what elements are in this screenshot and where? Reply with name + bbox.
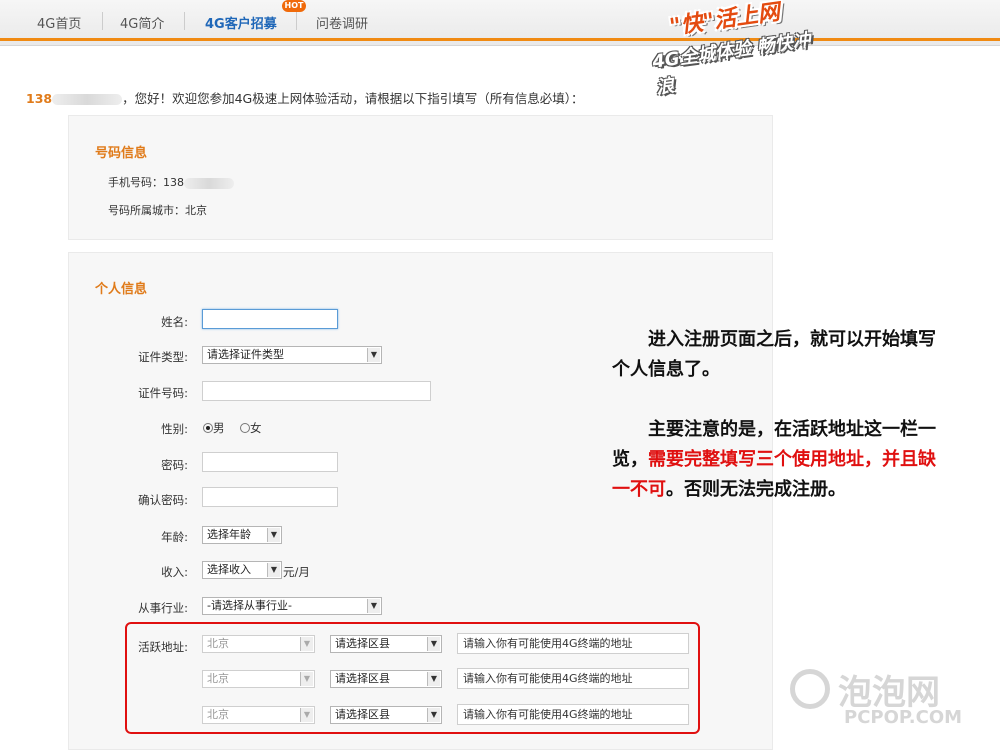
password-label: 密码: [161, 458, 188, 472]
watermark-en: PCPOP.COM [844, 707, 963, 728]
age-select[interactable]: 选择年龄 ▼ [202, 526, 282, 544]
nav-separator [296, 12, 297, 30]
address-detail-input[interactable]: 请输入你有可能使用4G终端的地址 [457, 633, 689, 654]
chevron-down-icon: ▼ [427, 637, 440, 651]
age-label: 年龄: [161, 530, 188, 544]
phone-number-label: 手机号码：138 [108, 176, 184, 189]
address-city-select[interactable]: 北京 ▼ [202, 706, 315, 724]
chevron-down-icon: ▼ [300, 708, 313, 722]
address-district-select[interactable]: 请选择区县 ▼ [330, 670, 442, 688]
chevron-down-icon: ▼ [427, 708, 440, 722]
nav-separator [102, 12, 103, 30]
greeting: 138 ，您好！欢迎您参加4G极速上网体验活动，请根据以下指引填写（所有信息必填）… [26, 88, 584, 107]
gender-female-radio[interactable]: 女 [240, 420, 262, 436]
phone-number-line: 手机号码：138 [108, 174, 234, 190]
id-number-label: 证件号码: [138, 386, 188, 400]
nav-item-intro[interactable]: 4G简介 [120, 13, 164, 32]
masked-number [184, 177, 234, 189]
id-type-value: 请选择证件类型 [207, 348, 284, 361]
name-input[interactable] [202, 309, 338, 329]
confirm-password-input[interactable] [202, 487, 338, 507]
name-label: 姓名: [161, 315, 188, 329]
address-district-value: 请选择区县 [335, 708, 390, 721]
gender-male-label: 男 [213, 421, 225, 435]
address-city-select[interactable]: 北京 ▼ [202, 635, 315, 653]
address-district-select[interactable]: 请选择区县 ▼ [330, 635, 442, 653]
chevron-down-icon: ▼ [300, 672, 313, 686]
address-city-value: 北京 [207, 637, 229, 650]
address-district-value: 请选择区县 [335, 672, 390, 685]
confirm-password-label: 确认密码: [138, 493, 188, 507]
top-nav: 4G首页 4G简介 4G客户招募 HOT 问卷调研 [0, 0, 1000, 46]
id-type-select[interactable]: 请选择证件类型 ▼ [202, 346, 382, 364]
nav-item-survey[interactable]: 问卷调研 [316, 13, 368, 32]
chevron-down-icon: ▼ [267, 528, 280, 542]
nav-item-recruit[interactable]: 4G客户招募 [205, 13, 277, 32]
promo-banner: "快"活上网 4G全城体验 畅快冲浪 [617, 0, 826, 99]
address-detail-input[interactable]: 请输入你有可能使用4G终端的地址 [457, 668, 689, 689]
income-select[interactable]: 选择收入 ▼ [202, 561, 282, 579]
chevron-down-icon: ▼ [267, 563, 280, 577]
industry-value: -请选择从事行业- [207, 599, 292, 612]
chevron-down-icon: ▼ [300, 637, 313, 651]
id-type-label: 证件类型: [138, 350, 188, 364]
hot-badge: HOT [282, 0, 306, 12]
chevron-down-icon: ▼ [427, 672, 440, 686]
radio-unchecked-icon [240, 423, 250, 433]
annotation-para-1: 进入注册页面之后，就可以开始填写个人信息了。 [612, 329, 936, 380]
personal-info-title: 个人信息 [95, 282, 148, 297]
industry-label: 从事行业: [138, 601, 188, 615]
industry-select[interactable]: -请选择从事行业- ▼ [202, 597, 382, 615]
income-label: 收入: [161, 565, 188, 579]
address-district-select[interactable]: 请选择区县 ▼ [330, 706, 442, 724]
greeting-text: ，您好！欢迎您参加4G极速上网体验活动，请根据以下指引填写（所有信息必填）： [122, 91, 584, 106]
id-number-input[interactable] [202, 381, 431, 401]
nav-separator [184, 12, 185, 30]
masked-number [52, 94, 123, 105]
greeting-number: 138 [26, 91, 53, 106]
address-city-value: 北京 [207, 708, 229, 721]
gender-female-label: 女 [250, 421, 262, 435]
address-district-value: 请选择区县 [335, 637, 390, 650]
income-value: 选择收入 [207, 563, 251, 576]
number-info-title: 号码信息 [95, 146, 148, 161]
address-city-value: 北京 [207, 672, 229, 685]
annotation-text: 进入注册页面之后，就可以开始填写个人信息了。 主要注意的是，在活跃地址这一栏一览… [612, 325, 942, 505]
gender-male-radio[interactable]: 男 [203, 420, 225, 436]
gender-label: 性别: [161, 422, 188, 436]
address-detail-input[interactable]: 请输入你有可能使用4G终端的地址 [457, 704, 689, 725]
annotation-para-2-end: 。否则无法完成注册。 [666, 479, 846, 500]
income-unit: 元/月 [283, 565, 310, 579]
age-value: 选择年龄 [207, 528, 251, 541]
radio-checked-icon [203, 423, 213, 433]
watermark-logo-icon [790, 669, 830, 709]
city-line: 号码所属城市：北京 [108, 204, 207, 217]
chevron-down-icon: ▼ [367, 599, 380, 613]
address-city-select[interactable]: 北京 ▼ [202, 670, 315, 688]
address-label: 活跃地址: [138, 640, 188, 654]
chevron-down-icon: ▼ [367, 348, 380, 362]
nav-item-home[interactable]: 4G首页 [37, 13, 81, 32]
nav-accent-line [0, 38, 1000, 41]
annotation-para-2: 主要注意的是，在活跃地址这一栏一览，需要完整填写三个使用地址，并且缺一不可。否则… [612, 415, 942, 505]
password-input[interactable] [202, 452, 338, 472]
